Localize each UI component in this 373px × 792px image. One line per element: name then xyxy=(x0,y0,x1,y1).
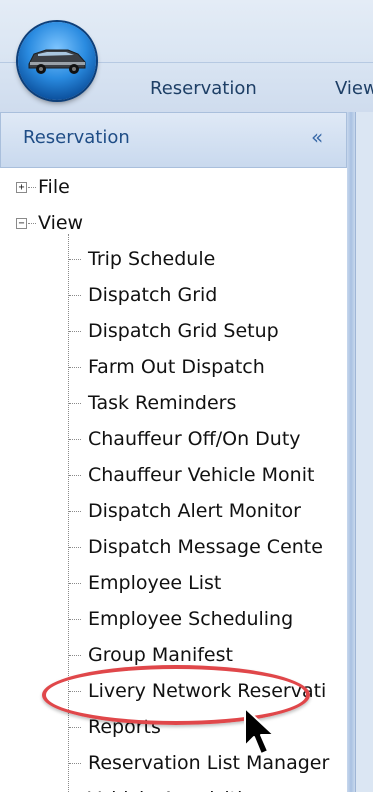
tree-item-farm-out-dispatch[interactable]: Farm Out Dispatch xyxy=(88,352,265,382)
tree-item-chauffeur-vehicle-monit[interactable]: Chauffeur Vehicle Monit xyxy=(88,460,314,490)
tree-item-dispatch-grid-setup[interactable]: Dispatch Grid Setup xyxy=(88,316,279,346)
navigation-panel: Reservation « + File − View Trip Schedul… xyxy=(0,112,354,792)
tree-item-task-reminders[interactable]: Task Reminders xyxy=(88,388,236,418)
collapse-minus-icon[interactable]: − xyxy=(16,218,27,229)
tree-connector xyxy=(69,295,81,296)
ribbon: Reservation View xyxy=(0,0,373,112)
tree-connector xyxy=(69,367,81,368)
tree-connector xyxy=(69,331,81,332)
tree-item-file[interactable]: File xyxy=(38,172,70,202)
tree-connector xyxy=(28,223,36,224)
tree-connector xyxy=(69,583,81,584)
tree-connector xyxy=(69,547,81,548)
tree-item-employee-list[interactable]: Employee List xyxy=(88,568,221,598)
expand-plus-icon[interactable]: + xyxy=(16,182,27,193)
tree-connector xyxy=(69,655,81,656)
tree-item-trip-schedule[interactable]: Trip Schedule xyxy=(88,244,215,274)
tree-item-reservation-list-manager[interactable]: Reservation List Manager xyxy=(88,748,329,778)
tree-connector xyxy=(69,619,81,620)
tree-connector xyxy=(69,259,81,260)
tree-item-chauffeur-off-on-duty[interactable]: Chauffeur Off/On Duty xyxy=(88,424,301,454)
limousine-icon xyxy=(28,49,86,74)
application-orb-button[interactable] xyxy=(18,22,96,100)
tree-connector xyxy=(69,511,81,512)
mouse-pointer-icon xyxy=(244,707,275,755)
tree-connector xyxy=(69,439,81,440)
tree-viewport[interactable]: + File − View Trip Schedule Dispatch Grid… xyxy=(0,112,345,792)
tree-connector xyxy=(69,475,81,476)
tree-connector xyxy=(69,763,81,764)
ribbon-tab-view[interactable]: View xyxy=(335,78,373,99)
tree-connector xyxy=(28,187,36,188)
tree-item-employee-scheduling[interactable]: Employee Scheduling xyxy=(88,604,293,634)
tree-item-view[interactable]: View xyxy=(38,208,83,238)
tree-item-vehicle-acquisition[interactable]: Vehicle Acquisition xyxy=(88,784,266,792)
content-area-edge xyxy=(355,112,373,792)
panel-splitter[interactable] xyxy=(347,112,355,792)
tree-connector xyxy=(69,727,81,728)
tree-item-dispatch-message-cente[interactable]: Dispatch Message Cente xyxy=(88,532,323,562)
tree-item-dispatch-grid[interactable]: Dispatch Grid xyxy=(88,280,217,310)
ribbon-tab-reservation[interactable]: Reservation xyxy=(150,78,257,99)
tree-connector xyxy=(69,403,81,404)
tree-item-dispatch-alert-monitor[interactable]: Dispatch Alert Monitor xyxy=(88,496,301,526)
